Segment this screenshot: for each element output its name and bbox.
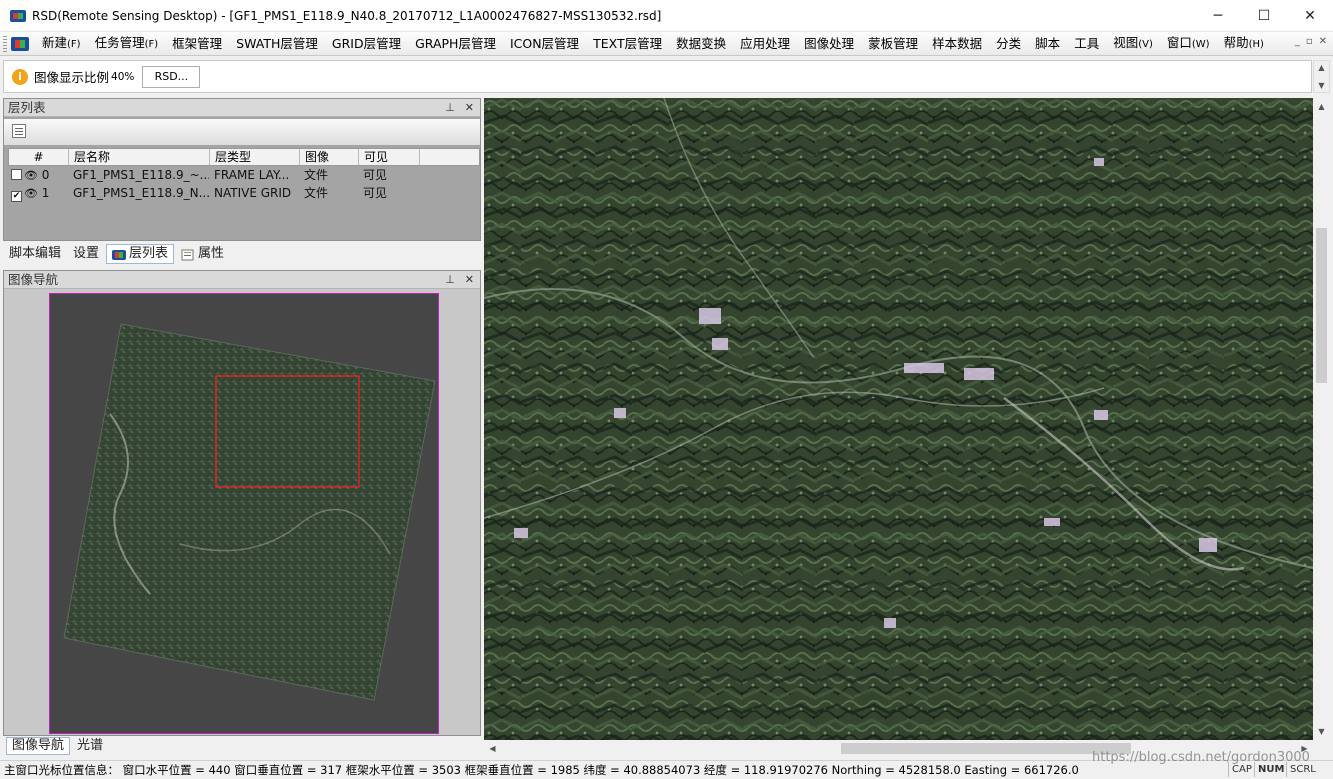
- scroll-down-icon[interactable]: ▼: [1318, 81, 1324, 90]
- menu-text-layer[interactable]: TEXT层管理: [586, 32, 669, 56]
- mdi-document-icon[interactable]: [11, 36, 29, 52]
- menu-view[interactable]: 视图(V): [1106, 31, 1160, 57]
- layer-type-cell: FRAME LAY...: [214, 168, 290, 182]
- info-icon: i: [12, 68, 28, 85]
- panel-close-icon[interactable]: ✕: [465, 99, 474, 117]
- layer-list-panel: 层列表 ⊥ ✕ # 层名称 层类型 图像 可见 👁 0 GF1_PMS1_E11…: [3, 98, 481, 241]
- layer-panel-title: 层列表 ⊥ ✕: [4, 99, 480, 117]
- layer-visible-cell: 可见: [363, 186, 388, 200]
- layer-properties-icon[interactable]: [12, 124, 26, 138]
- menu-sample-data[interactable]: 样本数据: [925, 32, 989, 56]
- horizontal-scroll-thumb[interactable]: [841, 743, 1131, 754]
- title-bar: RSD(Remote Sensing Desktop) - [GF1_PMS1_…: [0, 0, 1333, 32]
- table-row[interactable]: 👁 0 GF1_PMS1_E118.9_~... FRAME LAY... 文件…: [8, 166, 480, 184]
- layer-type-cell: NATIVE GRID: [214, 186, 292, 200]
- scroll-up-icon[interactable]: ▲: [1318, 63, 1324, 72]
- layer-name-cell: GF1_PMS1_E118.9_~...: [73, 168, 209, 182]
- menu-data-transform[interactable]: 数据变换: [669, 32, 733, 56]
- layer-visible-cell: 可见: [363, 168, 388, 182]
- layer-visibility-checkbox[interactable]: [11, 169, 22, 180]
- pin-icon[interactable]: ⊥: [445, 99, 455, 117]
- nav-panel-title: 图像导航 ⊥ ✕: [4, 271, 480, 289]
- layer-table: # 层名称 层类型 图像 可见 👁 0 GF1_PMS1_E118.9_~...…: [8, 148, 480, 202]
- maximize-button[interactable]: ☐: [1241, 0, 1287, 32]
- rsd-app-icon: [10, 8, 26, 24]
- mdi-minimize-button[interactable]: _: [1295, 36, 1300, 47]
- infobar-scrollbar[interactable]: ▲ ▼: [1313, 60, 1330, 93]
- menu-script[interactable]: 脚本: [1028, 32, 1067, 56]
- tab-settings[interactable]: 设置: [68, 244, 104, 264]
- menu-application[interactable]: 应用处理: [733, 32, 797, 56]
- col-visible[interactable]: 可见: [359, 149, 420, 165]
- nav-tabs: 图像导航 光谱: [0, 736, 483, 756]
- info-toolbar: i 图像显示比例 40% RSD... ▲ ▼: [0, 58, 1333, 96]
- navigation-overview[interactable]: [49, 293, 439, 734]
- display-scale-value: 40%: [111, 70, 135, 83]
- side-tabs: 脚本编辑 设置 层列表 属性: [0, 243, 483, 265]
- menu-task-manage[interactable]: 任务管理(F): [88, 31, 166, 57]
- layer-list-icon: [112, 248, 127, 260]
- vertical-scrollbar[interactable]: ▲ ▼: [1313, 98, 1330, 740]
- menu-image-processing[interactable]: 图像处理: [797, 32, 861, 56]
- menu-classification[interactable]: 分类: [989, 32, 1028, 56]
- image-navigation-panel: 图像导航 ⊥ ✕: [3, 270, 481, 736]
- eye-icon[interactable]: 👁: [24, 185, 38, 202]
- layer-visibility-checkbox[interactable]: ✔: [11, 191, 22, 202]
- col-image[interactable]: 图像: [300, 149, 359, 165]
- tab-image-navigation[interactable]: 图像导航: [6, 737, 71, 755]
- menu-frame-manage[interactable]: 框架管理: [165, 32, 229, 56]
- menu-swath-layer[interactable]: SWATH层管理: [229, 32, 325, 56]
- layer-image-cell: 文件: [304, 186, 329, 200]
- display-scale-label: 图像显示比例: [34, 70, 110, 85]
- menu-help[interactable]: 帮助(H): [1217, 31, 1271, 57]
- menu-icon-layer[interactable]: ICON层管理: [503, 32, 586, 56]
- scroll-left-icon[interactable]: ◀: [484, 740, 501, 757]
- col-index[interactable]: #: [9, 149, 69, 165]
- cursor-position-info: 主窗口光标位置信息： 窗口水平位置 = 440 窗口垂直位置 = 317 框架水…: [4, 763, 1079, 777]
- menu-tools[interactable]: 工具: [1067, 32, 1106, 56]
- tab-script-editor[interactable]: 脚本编辑: [4, 244, 66, 264]
- overview-thumbnail[interactable]: [50, 294, 439, 734]
- layer-table-header: # 层名称 层类型 图像 可见: [8, 148, 480, 166]
- panel-close-icon[interactable]: ✕: [465, 271, 474, 289]
- toolbar-grip[interactable]: [3, 35, 7, 52]
- eye-icon[interactable]: 👁: [24, 167, 38, 184]
- table-row[interactable]: ✔ 👁 1 GF1_PMS1_E118.9_N... NATIVE GRID 文件…: [8, 184, 480, 202]
- tab-spectrum[interactable]: 光谱: [72, 737, 108, 755]
- layer-name-cell: GF1_PMS1_E118.9_N...: [73, 186, 209, 200]
- tab-layer-list[interactable]: 层列表: [106, 244, 175, 264]
- properties-icon: [181, 248, 195, 261]
- satellite-image[interactable]: [484, 98, 1313, 740]
- menu-new[interactable]: 新建(F): [35, 31, 88, 57]
- close-button[interactable]: ✕: [1287, 0, 1333, 32]
- menu-window[interactable]: 窗口(W): [1160, 31, 1217, 57]
- mdi-restore-button[interactable]: ▫: [1306, 36, 1313, 47]
- col-layer-type[interactable]: 层类型: [210, 149, 300, 165]
- layer-image-cell: 文件: [304, 168, 329, 182]
- col-layer-name[interactable]: 层名称: [69, 149, 210, 165]
- watermark: https://blog.csdn.net/gordon3000: [1092, 750, 1310, 765]
- pin-icon[interactable]: ⊥: [445, 271, 455, 289]
- menu-graph-layer[interactable]: GRAPH层管理: [408, 32, 503, 56]
- layer-toolbar: [4, 119, 480, 145]
- scroll-down-icon[interactable]: ▼: [1313, 723, 1330, 740]
- menu-mask-manage[interactable]: 蒙板管理: [861, 32, 925, 56]
- mdi-close-button[interactable]: ✕: [1319, 36, 1327, 47]
- vertical-scroll-thumb[interactable]: [1316, 228, 1327, 383]
- menu-bar: 新建(F) 任务管理(F) 框架管理 SWATH层管理 GRID层管理 GRAP…: [0, 32, 1333, 56]
- menu-grid-layer[interactable]: GRID层管理: [325, 32, 408, 56]
- rsd-button[interactable]: RSD...: [142, 65, 201, 88]
- scroll-up-icon[interactable]: ▲: [1313, 98, 1330, 115]
- window-title: RSD(Remote Sensing Desktop) - [GF1_PMS1_…: [32, 8, 662, 23]
- minimize-button[interactable]: ─: [1195, 0, 1241, 32]
- main-image-view[interactable]: [484, 98, 1313, 740]
- tab-properties[interactable]: 属性: [176, 244, 229, 264]
